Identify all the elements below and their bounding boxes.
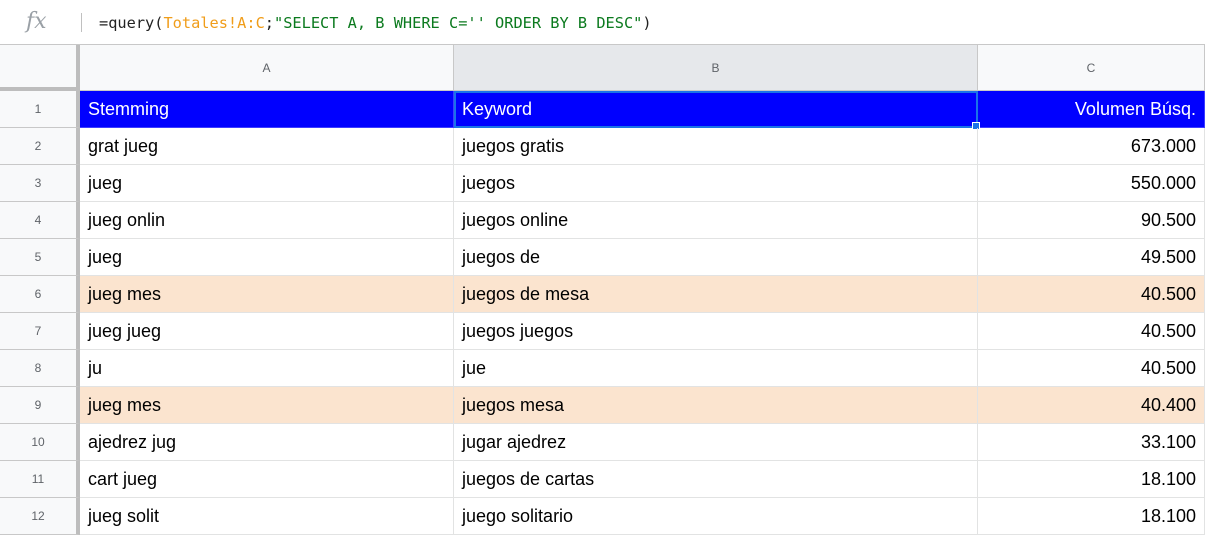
formula-suffix: ) <box>642 14 652 32</box>
cell-keyword[interactable]: juegos gratis <box>454 128 978 165</box>
row-header[interactable]: 12 <box>0 498 80 535</box>
cell-stemming[interactable]: jueg jueg <box>80 313 454 350</box>
cell-stemming[interactable]: ajedrez jug <box>80 424 454 461</box>
table-row: 8 ju jue 40.500 <box>0 350 1205 387</box>
cell-stemming[interactable]: jueg mes <box>80 276 454 313</box>
table-row: 1 Stemming Keyword Volumen Búsq. <box>0 91 1205 130</box>
table-row: 12 jueg solit juego solitario 18.100 <box>0 498 1205 535</box>
cell-keyword[interactable]: jugar ajedrez <box>454 424 978 461</box>
row-header[interactable]: 9 <box>0 387 80 424</box>
spreadsheet-grid: A B C 1 Stemming Keyword Volumen Búsq. 2 grat… <box>0 45 1205 536</box>
row-header[interactable]: 6 <box>0 276 80 313</box>
cell-stemming[interactable]: jueg onlin <box>80 202 454 239</box>
formula-separator: ; <box>264 14 274 32</box>
cell-keyword[interactable]: juegos mesa <box>454 387 978 424</box>
cell-search-volume[interactable]: 40.500 <box>978 276 1205 313</box>
cell-keyword[interactable]: juegos <box>454 165 978 202</box>
cell-keyword[interactable]: juegos online <box>454 202 978 239</box>
formula-bar-divider <box>81 13 82 32</box>
select-all-corner[interactable] <box>0 45 80 91</box>
cell-stemming[interactable]: jueg <box>80 239 454 276</box>
table-row: 6 jueg mes juegos de mesa 40.500 <box>0 276 1205 313</box>
row-header[interactable]: 1 <box>0 91 80 128</box>
cell-stemming[interactable]: cart jueg <box>80 461 454 498</box>
cell-search-volume[interactable]: 673.000 <box>978 128 1205 165</box>
cell-search-volume[interactable]: 40.400 <box>978 387 1205 424</box>
cell-stemming[interactable]: jueg <box>80 165 454 202</box>
row-header[interactable]: 11 <box>0 461 80 498</box>
cell-search-volume[interactable]: 40.500 <box>978 350 1205 387</box>
table-row: 3 jueg juegos 550.000 <box>0 165 1205 202</box>
cell-search-volume[interactable]: 40.500 <box>978 313 1205 350</box>
cell-keyword[interactable]: juegos de cartas <box>454 461 978 498</box>
cell-keyword[interactable]: jue <box>454 350 978 387</box>
table-row: 7 jueg jueg juegos juegos 40.500 <box>0 313 1205 350</box>
cell-search-volume[interactable]: 33.100 <box>978 424 1205 461</box>
row-header[interactable]: 10 <box>0 424 80 461</box>
cell-keyword[interactable]: juegos juegos <box>454 313 978 350</box>
cell-keyword[interactable]: Keyword <box>454 91 978 128</box>
formula-query-string: "SELECT A, B WHERE C='' ORDER BY B DESC" <box>274 14 643 32</box>
row-header[interactable]: 2 <box>0 128 80 165</box>
table-row: 4 jueg onlin juegos online 90.500 <box>0 202 1205 239</box>
cell-search-volume[interactable]: 18.100 <box>978 498 1205 535</box>
cell-keyword[interactable]: juegos de mesa <box>454 276 978 313</box>
formula-input[interactable]: =query(Totales!A:C;"SELECT A, B WHERE C=… <box>99 12 652 34</box>
formula-range-reference: Totales!A:C <box>163 14 265 32</box>
table-row: 2 grat jueg juegos gratis 673.000 <box>0 128 1205 165</box>
cell-stemming[interactable]: grat jueg <box>80 128 454 165</box>
column-header-a[interactable]: A <box>80 45 454 91</box>
row-header[interactable]: 8 <box>0 350 80 387</box>
table-row: 10 ajedrez jug jugar ajedrez 33.100 <box>0 424 1205 461</box>
cell-stemming[interactable]: jueg solit <box>80 498 454 535</box>
cell-search-volume[interactable]: 550.000 <box>978 165 1205 202</box>
cell-search-volume[interactable]: Volumen Búsq. <box>978 91 1205 128</box>
cell-keyword[interactable]: juego solitario <box>454 498 978 535</box>
column-header-c[interactable]: C <box>978 45 1205 91</box>
row-header[interactable]: 5 <box>0 239 80 276</box>
column-header-b[interactable]: B <box>454 45 978 91</box>
cell-stemming[interactable]: ju <box>80 350 454 387</box>
formula-bar: fx =query(Totales!A:C;"SELECT A, B WHERE… <box>0 0 1205 45</box>
table-row: 11 cart jueg juegos de cartas 18.100 <box>0 461 1205 498</box>
row-header[interactable]: 3 <box>0 165 80 202</box>
row-header[interactable]: 4 <box>0 202 80 239</box>
cell-search-volume[interactable]: 18.100 <box>978 461 1205 498</box>
table-row: 9 jueg mes juegos mesa 40.400 <box>0 387 1205 424</box>
cell-search-volume[interactable]: 90.500 <box>978 202 1205 239</box>
cell-stemming[interactable]: jueg mes <box>80 387 454 424</box>
cell-search-volume[interactable]: 49.500 <box>978 239 1205 276</box>
fx-icon: fx <box>26 9 47 34</box>
cell-stemming[interactable]: Stemming <box>80 91 454 128</box>
cell-keyword[interactable]: juegos de <box>454 239 978 276</box>
formula-prefix: =query( <box>99 14 164 32</box>
table-row: 5 jueg juegos de 49.500 <box>0 239 1205 276</box>
row-header[interactable]: 7 <box>0 313 80 350</box>
